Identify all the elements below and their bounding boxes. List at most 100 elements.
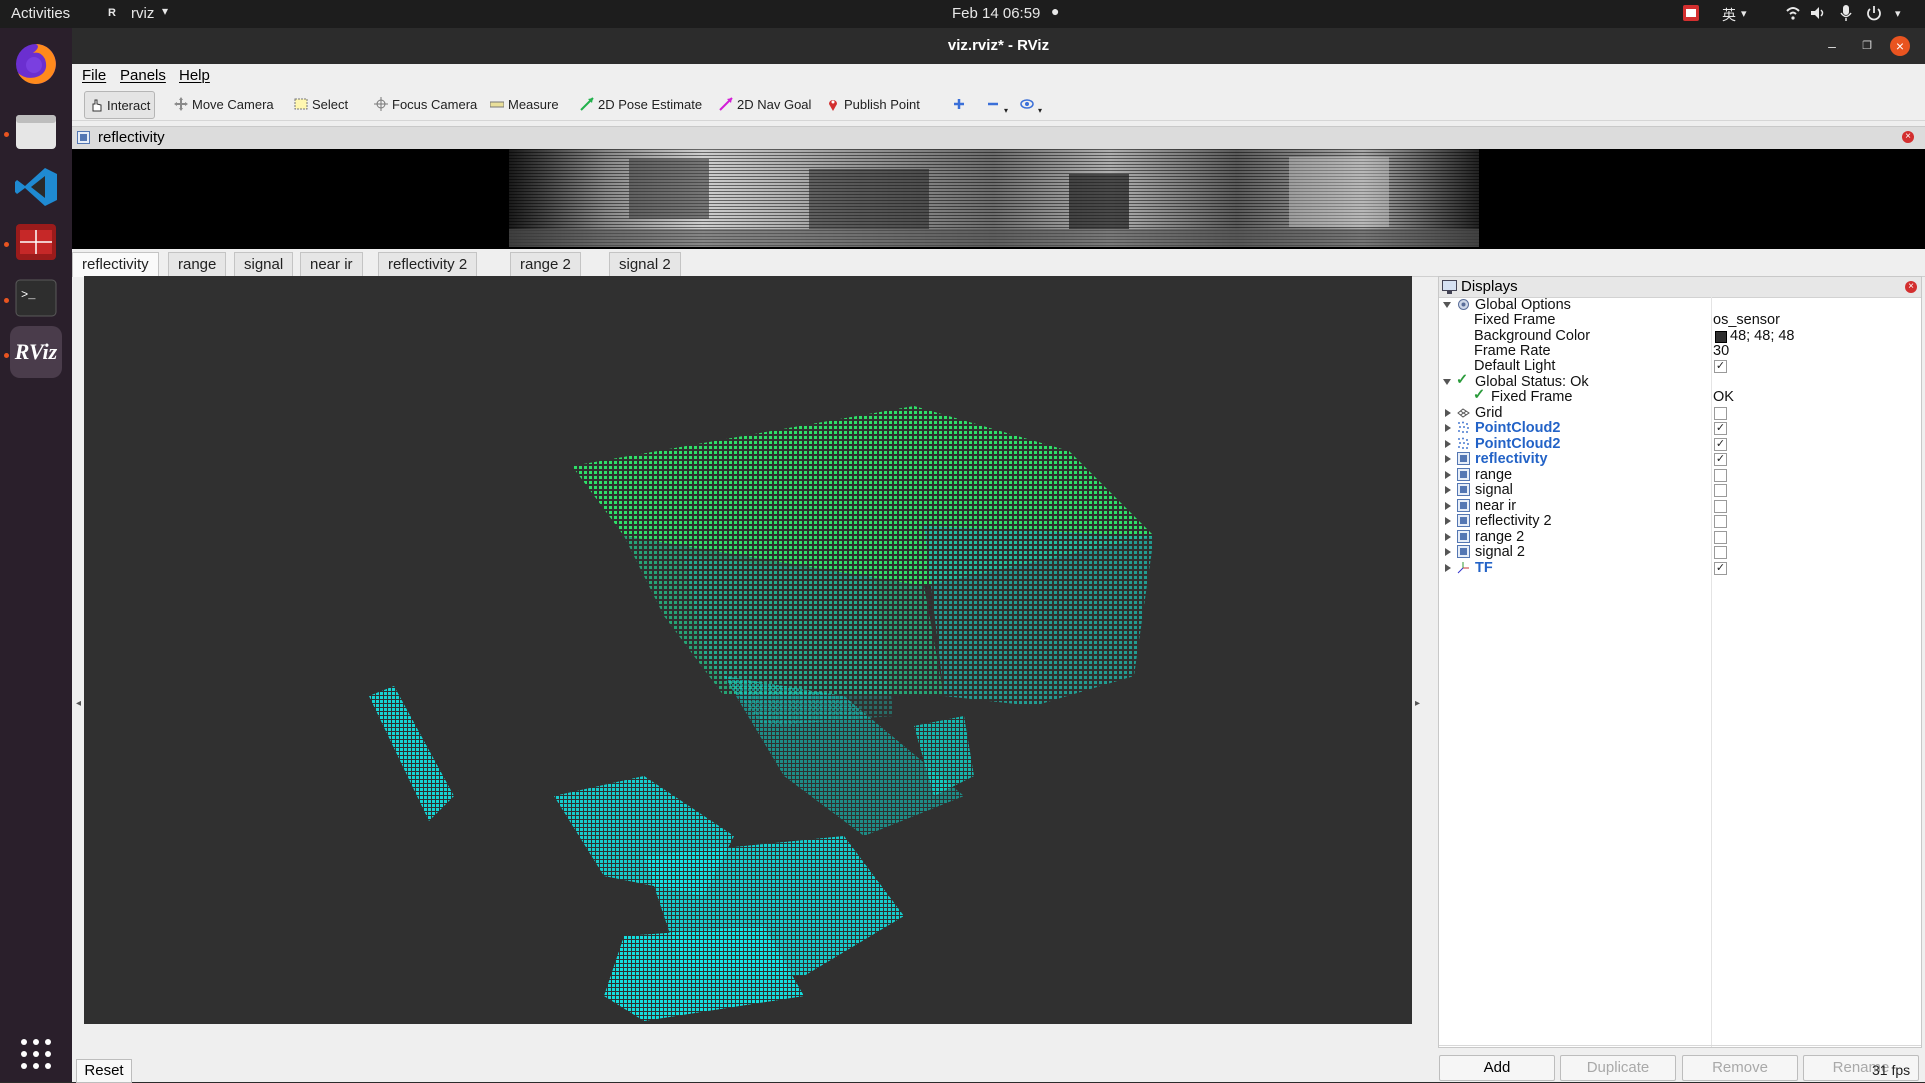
close-panel-icon[interactable]: × xyxy=(1905,281,1917,293)
expand-arrow-icon[interactable] xyxy=(1445,563,1451,572)
dock: >_ RViz xyxy=(0,28,72,1082)
measure-tool-button[interactable]: Measure xyxy=(486,91,563,117)
microphone-icon[interactable] xyxy=(1840,5,1852,24)
tab-range[interactable]: range xyxy=(168,252,227,277)
menu-panels[interactable]: Panels xyxy=(120,67,166,84)
expand-arrow-icon[interactable] xyxy=(1443,302,1451,308)
expand-arrow-icon[interactable] xyxy=(1445,501,1451,510)
expand-arrow-icon[interactable] xyxy=(1443,379,1451,385)
maximize-icon[interactable]: ❐ xyxy=(1857,36,1877,56)
tab-reflectivity[interactable]: reflectivity xyxy=(72,252,159,277)
display-enabled-checkbox[interactable]: ✓ xyxy=(1714,561,1727,575)
add-display-button[interactable]: Add xyxy=(1439,1055,1555,1081)
app-indicator-icon[interactable] xyxy=(1683,5,1699,24)
close-icon[interactable]: × xyxy=(1890,36,1910,56)
map-pin-icon xyxy=(829,100,837,111)
right-dock-collapse-icon[interactable]: ▸ xyxy=(1415,698,1420,709)
move-camera-tool-button[interactable]: Move Camera xyxy=(170,91,278,117)
tab-near-ir[interactable]: near ir xyxy=(300,252,363,277)
expand-arrow-icon[interactable] xyxy=(1445,439,1451,448)
volume-icon[interactable] xyxy=(1810,5,1826,24)
minus-icon xyxy=(988,102,998,106)
left-dock-collapse-icon[interactable]: ◂ xyxy=(76,698,81,709)
vscode-icon[interactable] xyxy=(10,161,62,213)
svg-text:>_: >_ xyxy=(21,288,36,302)
expand-arrow-icon[interactable] xyxy=(1445,409,1451,417)
tab-signal[interactable]: signal xyxy=(234,252,294,277)
3d-render-view[interactable] xyxy=(84,276,1412,1024)
display-enabled-checkbox[interactable] xyxy=(1714,546,1727,560)
close-panel-icon[interactable]: × xyxy=(1902,131,1914,143)
expand-arrow-icon[interactable] xyxy=(1445,517,1451,526)
expand-arrow-icon[interactable] xyxy=(1445,486,1451,495)
app-menu-button[interactable]: rviz xyxy=(131,5,154,22)
menu-bar: File Panels Help xyxy=(72,64,1925,88)
expand-arrow-icon[interactable] xyxy=(1445,532,1451,541)
display-enabled-checkbox[interactable]: ✓ xyxy=(1714,453,1727,467)
show-applications-icon[interactable] xyxy=(10,1028,62,1080)
display-enabled-checkbox[interactable] xyxy=(1714,499,1727,513)
pose-estimate-tool-button[interactable]: 2D Pose Estimate xyxy=(576,91,706,117)
focus-camera-tool-button[interactable]: Focus Camera xyxy=(370,91,481,117)
reflectivity-image-view[interactable] xyxy=(72,149,1925,249)
system-menu-chevron-icon: ▾ xyxy=(1895,8,1901,20)
display-enabled-checkbox[interactable] xyxy=(1714,484,1727,498)
move-camera-icon xyxy=(174,97,188,111)
running-indicator xyxy=(4,298,9,303)
display-enabled-checkbox[interactable] xyxy=(1714,407,1727,420)
nav-goal-tool-button[interactable]: 2D Nav Goal xyxy=(715,91,815,117)
add-tool-button[interactable] xyxy=(948,91,970,117)
network-icon[interactable] xyxy=(1785,5,1801,24)
expand-arrow-icon[interactable] xyxy=(1445,548,1451,557)
remove-tool-button[interactable]: ▾ xyxy=(982,91,1012,117)
notification-dot-icon: ● xyxy=(1051,3,1060,19)
menu-help[interactable]: Help xyxy=(179,67,210,84)
reflectivity-image xyxy=(509,149,1479,247)
display-enabled-checkbox[interactable]: ✓ xyxy=(1714,437,1727,451)
display-enabled-checkbox[interactable]: ✓ xyxy=(1714,422,1727,436)
expand-arrow-icon[interactable] xyxy=(1445,470,1451,479)
display-enabled-checkbox[interactable] xyxy=(1714,530,1727,544)
select-tool-button[interactable]: Select xyxy=(290,91,352,117)
fixed-frame-value[interactable]: os_sensor xyxy=(1713,312,1780,328)
firefox-icon[interactable] xyxy=(10,38,62,90)
tab-signal-2[interactable]: signal 2 xyxy=(609,252,681,277)
status-fixed-frame-label: Fixed Frame xyxy=(1491,389,1573,405)
default-light-checkbox[interactable]: ✓ xyxy=(1714,360,1727,373)
publish-point-tool-button[interactable]: Publish Point xyxy=(822,91,924,117)
panels-visibility-button[interactable]: ▾ xyxy=(1016,91,1046,117)
remove-display-button[interactable]: Remove xyxy=(1682,1055,1798,1081)
reset-button[interactable]: Reset xyxy=(76,1059,132,1083)
menu-file[interactable]: File xyxy=(82,67,106,84)
hand-pointer-icon xyxy=(92,99,102,112)
plus-icon xyxy=(954,99,964,109)
duplicate-display-button[interactable]: Duplicate xyxy=(1560,1055,1676,1081)
activities-button[interactable]: Activities xyxy=(11,5,70,22)
panel-divider xyxy=(1439,1045,1921,1046)
tab-range-2[interactable]: range 2 xyxy=(510,252,581,277)
expand-arrow-icon[interactable] xyxy=(1445,455,1451,464)
input-method-indicator[interactable]: 英 xyxy=(1722,5,1736,25)
expand-arrow-icon[interactable] xyxy=(1445,424,1451,433)
window-titlebar[interactable]: viz.rviz* - RViz – ❐ × xyxy=(72,28,1925,64)
image-panel-header[interactable]: reflectivity × xyxy=(72,126,1925,150)
rviz-icon[interactable]: RViz xyxy=(10,326,62,378)
running-indicator xyxy=(4,353,9,358)
interact-tool-button[interactable]: Interact xyxy=(84,91,156,119)
monitor-icon xyxy=(1442,280,1457,294)
terminal-red-icon[interactable] xyxy=(10,216,62,268)
image-display-icon xyxy=(1457,483,1470,497)
tree-row-tf[interactable]: TF ✓ xyxy=(1439,559,1921,578)
terminal-icon[interactable]: >_ xyxy=(10,272,62,324)
image-display-icon xyxy=(1457,545,1470,559)
tab-reflectivity-2[interactable]: reflectivity 2 xyxy=(378,252,478,277)
clock[interactable]: Feb 14 06:59 xyxy=(952,5,1040,22)
files-icon[interactable] xyxy=(10,105,62,157)
display-enabled-checkbox[interactable] xyxy=(1714,468,1727,482)
image-display-icon xyxy=(1457,514,1470,528)
grid-icon xyxy=(1457,408,1470,418)
displays-header[interactable]: Displays × xyxy=(1439,277,1921,298)
display-enabled-checkbox[interactable] xyxy=(1714,515,1727,529)
power-icon[interactable] xyxy=(1866,5,1882,24)
minimize-icon[interactable]: – xyxy=(1822,36,1842,56)
